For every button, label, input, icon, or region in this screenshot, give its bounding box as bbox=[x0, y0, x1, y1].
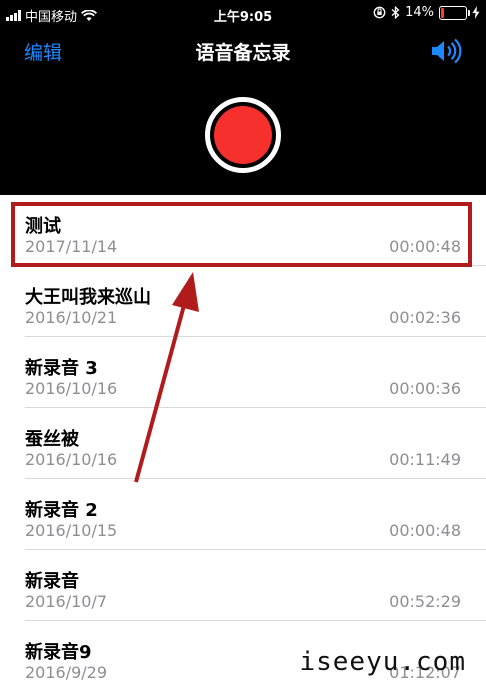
recording-duration: 00:11:49 bbox=[389, 450, 461, 469]
recording-name: 蚕丝被 bbox=[25, 429, 79, 450]
recording-duration: 00:00:36 bbox=[389, 379, 461, 398]
recordings-list: 测试 2017/11/14 00:00:48 大王叫我来巡山 2016/10/2… bbox=[0, 195, 486, 692]
recording-row[interactable]: 新录音 3 2016/10/16 00:00:36 bbox=[0, 337, 486, 408]
bluetooth-icon bbox=[391, 6, 400, 19]
navigation-bar: 编辑 语音备忘录 bbox=[0, 36, 486, 66]
record-dot-icon bbox=[214, 106, 272, 164]
page-title: 语音备忘录 bbox=[195, 42, 291, 64]
recording-date: 2016/10/21 bbox=[25, 308, 118, 327]
speaker-icon[interactable] bbox=[430, 38, 462, 64]
recording-date: 2016/10/7 bbox=[25, 592, 108, 611]
recording-date: 2016/10/16 bbox=[25, 450, 118, 469]
recording-date: 2016/10/15 bbox=[25, 521, 118, 540]
battery-percent: 14% bbox=[405, 5, 434, 20]
recording-row[interactable]: 新录音 2 2016/10/15 00:00:48 bbox=[0, 479, 486, 550]
highlight-box bbox=[11, 202, 472, 267]
recording-name: 新录音 3 bbox=[25, 358, 98, 379]
recording-duration: 00:02:36 bbox=[389, 308, 461, 327]
recording-date: 2016/9/29 bbox=[25, 663, 108, 682]
recording-date: 2016/10/16 bbox=[25, 379, 118, 398]
status-bar: 中国移动 上午9:05 14% bbox=[0, 0, 486, 28]
record-button[interactable] bbox=[205, 97, 281, 173]
battery-icon bbox=[439, 5, 470, 20]
watermark-text: iseeyu.com bbox=[299, 647, 466, 677]
recording-duration: 00:00:48 bbox=[389, 521, 461, 540]
recording-row[interactable]: 蚕丝被 2016/10/16 00:11:49 bbox=[0, 408, 486, 479]
recording-duration: 00:52:29 bbox=[389, 592, 461, 611]
recording-name: 新录音9 bbox=[25, 642, 92, 663]
recording-name: 大王叫我来巡山 bbox=[25, 287, 151, 308]
recording-row[interactable]: 新录音 2016/10/7 00:52:29 bbox=[0, 550, 486, 621]
charging-icon bbox=[472, 6, 480, 19]
orientation-lock-icon bbox=[373, 6, 386, 19]
recording-row[interactable]: 大王叫我来巡山 2016/10/21 00:02:36 bbox=[0, 266, 486, 337]
recording-name: 新录音 bbox=[25, 571, 79, 592]
recording-name: 新录音 2 bbox=[25, 500, 98, 521]
header-area: 中国移动 上午9:05 14% 编辑 语音备忘录 bbox=[0, 0, 486, 195]
